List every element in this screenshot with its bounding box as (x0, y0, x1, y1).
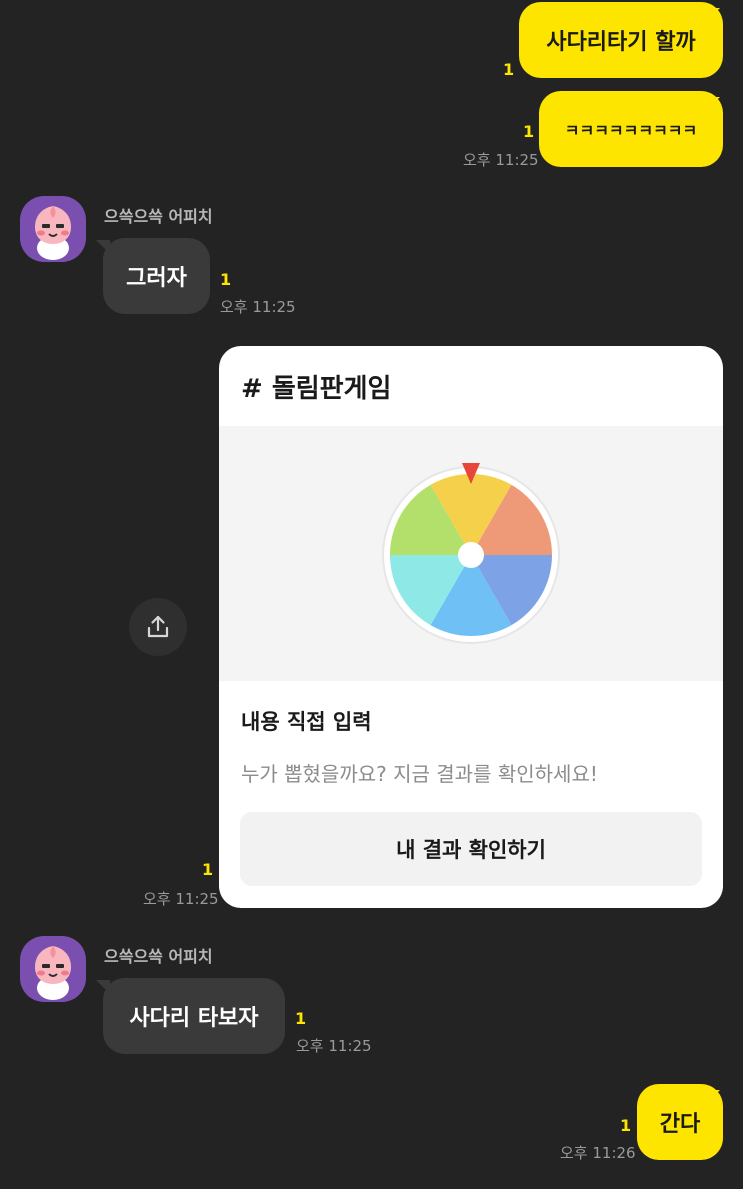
my-message-bubble[interactable]: 간다 (637, 1084, 723, 1160)
unread-count: 1 (202, 860, 214, 879)
message-time: 오후 11:25 (143, 890, 219, 908)
message-text: 간다 (659, 1112, 701, 1137)
sender-name: 으쓱으쓱 어피치 (104, 947, 213, 966)
my-message-bubble[interactable]: ㅋㅋㅋㅋㅋㅋㅋㅋㅋ (539, 91, 723, 167)
message-text: 사다리 타보자 (129, 1006, 259, 1031)
message-time: 오후 11:26 (560, 1144, 636, 1162)
other-message-bubble[interactable]: 그러자 (103, 238, 210, 314)
message-time: 오후 11:25 (220, 298, 296, 316)
message-time: 오후 11:25 (296, 1037, 372, 1055)
card-heading: 내용 직접 입력 (241, 710, 372, 734)
card-title: # 돌림판게임 (241, 374, 392, 404)
share-button[interactable] (129, 598, 187, 656)
message-text: 사다리타기 할까 (546, 30, 696, 55)
other-message-bubble[interactable]: 사다리 타보자 (103, 978, 285, 1054)
unread-count: 1 (620, 1116, 632, 1135)
roulette-wheel-icon (382, 463, 560, 644)
card-description: 누가 뽑혔을까요? 지금 결과를 확인하세요! (241, 762, 598, 786)
roulette-stage (219, 426, 723, 681)
apeach-face-icon (35, 946, 71, 1000)
share-upload-icon (147, 615, 169, 638)
roulette-game-card[interactable]: # 돌림판게임 내용 직접 입력 누가 뽑혔을까요? 지금 결과를 확인하세요!… (219, 346, 723, 908)
unread-count: 1 (220, 270, 232, 289)
unread-count: 1 (523, 122, 535, 141)
message-time: 오후 11:25 (463, 151, 539, 169)
unread-count: 1 (295, 1009, 307, 1028)
sender-name: 으쓱으쓱 어피치 (104, 207, 213, 226)
check-result-button[interactable]: 내 결과 확인하기 (240, 812, 702, 886)
unread-count: 1 (503, 60, 515, 79)
apeach-face-icon (35, 206, 71, 260)
apeach-avatar[interactable] (20, 936, 86, 1002)
apeach-avatar[interactable] (20, 196, 86, 262)
message-text: 그러자 (126, 266, 187, 291)
message-text: ㅋㅋㅋㅋㅋㅋㅋㅋㅋ (564, 121, 698, 140)
my-message-bubble[interactable]: 사다리타기 할까 (519, 2, 723, 78)
